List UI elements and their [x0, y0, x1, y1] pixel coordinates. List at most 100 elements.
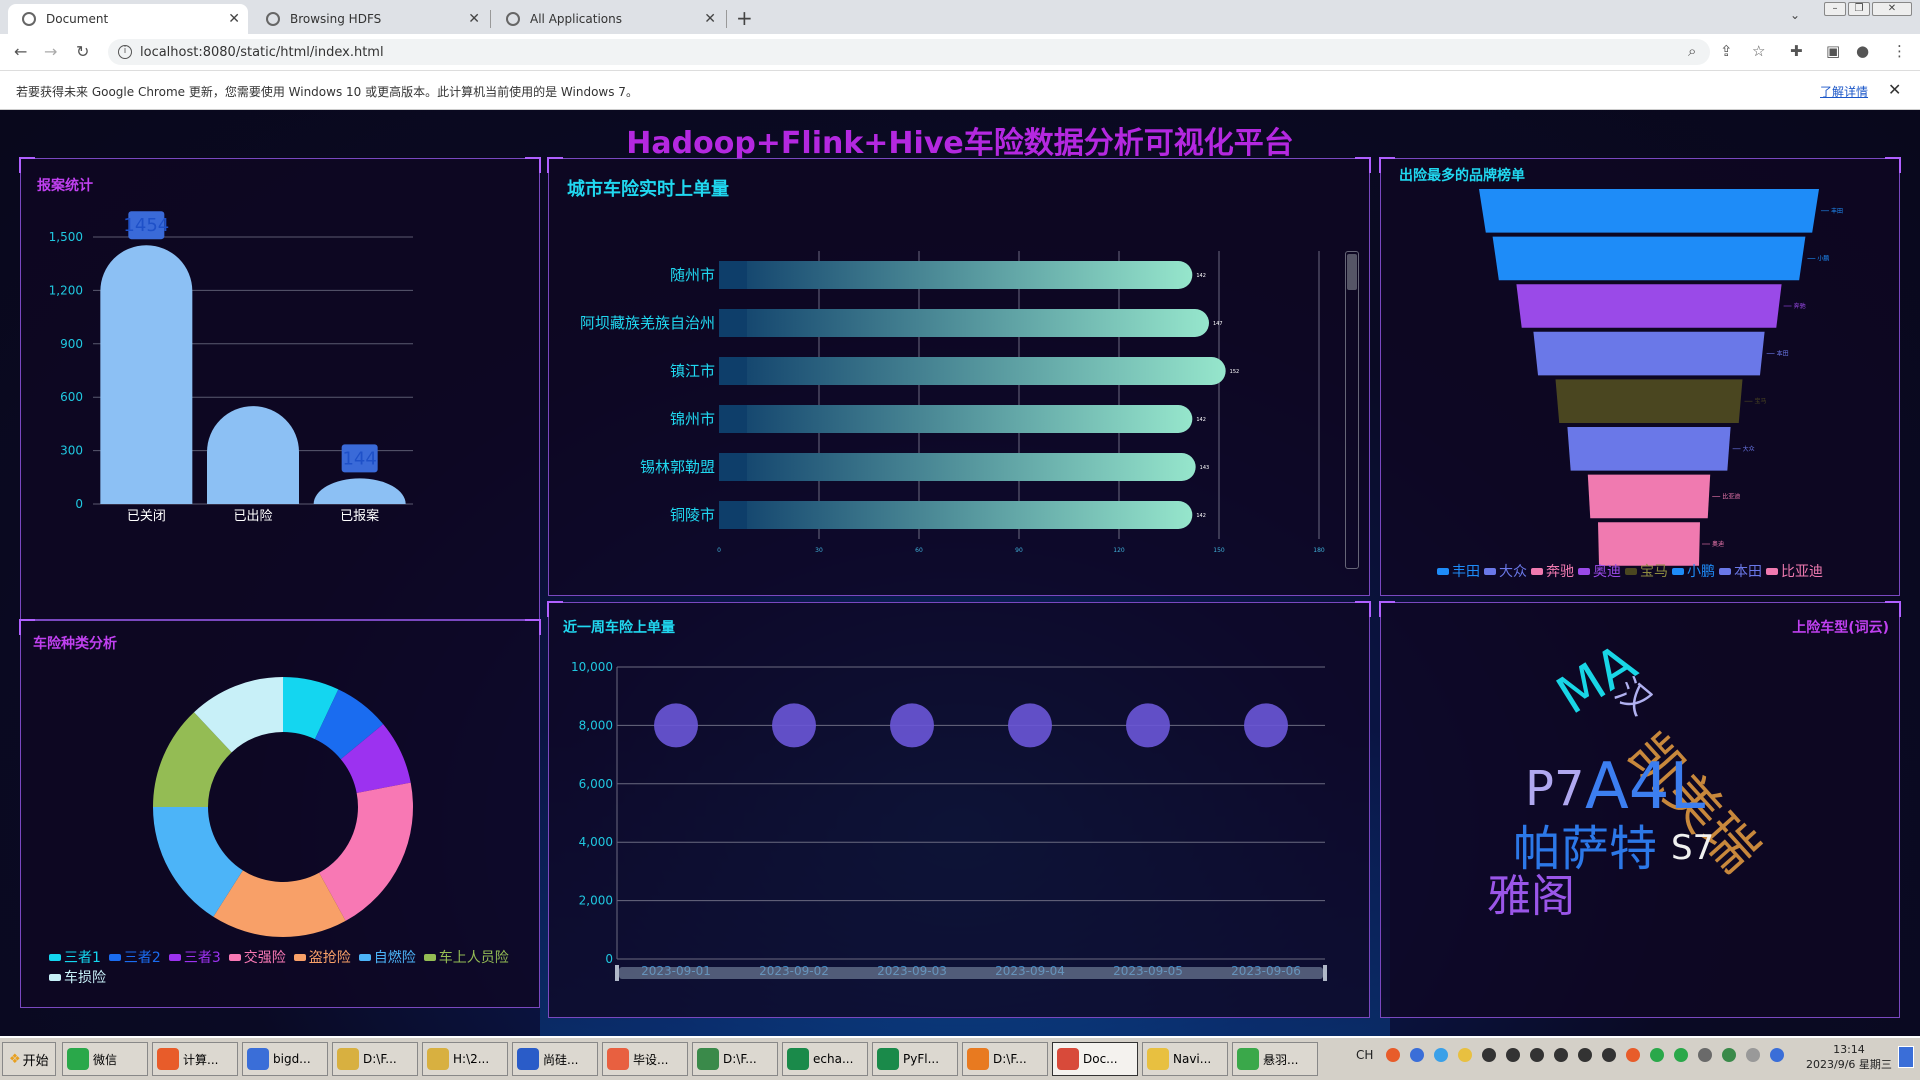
legend-item[interactable]: 奥迪: [1578, 561, 1621, 581]
taskbar-item[interactable]: D:\F...: [962, 1042, 1048, 1076]
chevron-down-icon[interactable]: ⌄: [1790, 8, 1800, 22]
tab-document[interactable]: Document ✕: [8, 4, 248, 34]
tray-icon[interactable]: [1722, 1048, 1736, 1062]
start-button[interactable]: ❖ 开始: [2, 1042, 56, 1076]
x-tick-label: 90: [1015, 547, 1023, 554]
taskbar-item[interactable]: Doc...: [1052, 1042, 1138, 1076]
new-tab-button[interactable]: +: [736, 6, 753, 30]
profile-icon[interactable]: ●: [1856, 42, 1869, 60]
legend-item[interactable]: 三者3: [168, 947, 221, 967]
legend-item[interactable]: 三者2: [108, 947, 161, 967]
y-tick-label: 0: [605, 952, 613, 966]
legend-item[interactable]: 奔驰: [1531, 561, 1574, 581]
legend-item[interactable]: 自燃险: [358, 947, 416, 967]
close-icon[interactable]: ✕: [704, 11, 716, 27]
tray-icon[interactable]: [1386, 1048, 1400, 1062]
share-icon[interactable]: ⇪: [1720, 42, 1733, 60]
legend-item[interactable]: 三者1: [49, 947, 101, 967]
taskbar-item[interactable]: echa...: [782, 1042, 868, 1076]
taskbar-item[interactable]: 毕设...: [602, 1042, 688, 1076]
taskbar-item[interactable]: 微信: [62, 1042, 148, 1076]
input-language[interactable]: CH: [1356, 1048, 1373, 1062]
tray-icon[interactable]: [1602, 1048, 1616, 1062]
minimize-button[interactable]: –: [1824, 2, 1846, 16]
tray-icon[interactable]: [1458, 1048, 1472, 1062]
funnel-segment: [1598, 522, 1700, 566]
legend-item[interactable]: 比亚迪: [1766, 561, 1823, 581]
taskbar-item[interactable]: D:\F...: [332, 1042, 418, 1076]
back-icon[interactable]: ←: [14, 42, 27, 61]
close-window-button[interactable]: ✕: [1872, 2, 1912, 16]
tab-label: Browsing HDFS: [290, 12, 382, 26]
legend-item[interactable]: 宝马: [1625, 561, 1668, 581]
side-panel-icon[interactable]: ▣: [1826, 42, 1840, 60]
learn-more-link[interactable]: 了解详情: [1820, 83, 1868, 100]
tray-icon[interactable]: [1554, 1048, 1568, 1062]
legend-swatch: [168, 953, 181, 961]
scatter-point: [1008, 703, 1052, 748]
datazoom-scrollbar[interactable]: [1345, 251, 1359, 569]
legend-swatch: [1719, 567, 1731, 575]
x-tick-label: 已出险: [233, 509, 272, 524]
taskbar-item[interactable]: 尚硅...: [512, 1042, 598, 1076]
star-icon[interactable]: ☆: [1752, 42, 1765, 60]
maximize-button[interactable]: ❐: [1848, 2, 1870, 16]
legend-item[interactable]: 丰田: [1437, 561, 1480, 581]
y-tick-label: 6,000: [579, 777, 613, 791]
legend-item[interactable]: 本田: [1719, 561, 1762, 581]
app-icon: [247, 1048, 269, 1070]
tray-icon[interactable]: [1650, 1048, 1664, 1062]
funnel-segment: [1492, 236, 1806, 281]
close-icon[interactable]: ✕: [1888, 80, 1901, 99]
legend-swatch: [1437, 567, 1449, 575]
taskbar-item[interactable]: PyFl...: [872, 1042, 958, 1076]
info-icon[interactable]: i: [118, 45, 132, 59]
address-bar[interactable]: i localhost:8080/static/html/index.html: [108, 39, 1710, 65]
y-tick-label: 2,000: [579, 894, 613, 908]
word-cloud-word: A4L: [1585, 750, 1706, 824]
tray-icon[interactable]: [1626, 1048, 1640, 1062]
datazoom-handle: [615, 965, 619, 981]
panel-city: 城市车险实时上单量 0 30 60 90 120 150 180 随州市 142 阿坝藏族羌族自治…: [547, 157, 1371, 596]
scrollbar-handle[interactable]: [1347, 254, 1357, 290]
legend-item[interactable]: 车损险: [49, 967, 106, 987]
legend-label: 奥迪: [1593, 564, 1621, 580]
tab-all-applications[interactable]: All Applications ✕: [492, 4, 724, 34]
reload-icon[interactable]: ↻: [76, 42, 89, 61]
taskbar-item[interactable]: 悬羽...: [1232, 1042, 1318, 1076]
legend-swatch: [1484, 567, 1496, 575]
legend-swatch: [358, 953, 371, 961]
legend-item[interactable]: 车上人员险: [423, 947, 509, 967]
taskbar-item[interactable]: Navi...: [1142, 1042, 1228, 1076]
taskbar-item[interactable]: bigd...: [242, 1042, 328, 1076]
extensions-icon[interactable]: ✚: [1790, 42, 1803, 60]
legend-item[interactable]: 小鹏: [1672, 561, 1715, 581]
taskbar-item-label: 毕设...: [633, 1052, 669, 1067]
clock[interactable]: 13:14 2023/9/6 星期三: [1806, 1042, 1892, 1072]
tray-icon[interactable]: [1770, 1048, 1784, 1062]
tab-browsing-hdfs[interactable]: Browsing HDFS ✕: [252, 4, 488, 34]
show-desktop-button[interactable]: [1898, 1046, 1914, 1068]
legend-item[interactable]: 大众: [1484, 561, 1527, 581]
legend-item[interactable]: 盗抢险: [293, 947, 351, 967]
taskbar-item[interactable]: D:\F...: [692, 1042, 778, 1076]
taskbar-item[interactable]: 计算...: [152, 1042, 238, 1076]
zoom-icon[interactable]: ⌕: [1688, 42, 1696, 60]
taskbar-item-label: Doc...: [1083, 1052, 1118, 1066]
tray-icon[interactable]: [1530, 1048, 1544, 1062]
close-icon[interactable]: ✕: [468, 11, 480, 27]
tray-icon[interactable]: [1698, 1048, 1712, 1062]
taskbar-item[interactable]: H:\2...: [422, 1042, 508, 1076]
forward-icon[interactable]: →: [44, 42, 57, 61]
close-icon[interactable]: ✕: [228, 11, 240, 27]
tab-label: All Applications: [530, 12, 622, 26]
tray-icon[interactable]: [1746, 1048, 1760, 1062]
tray-icon[interactable]: [1578, 1048, 1592, 1062]
tray-icon[interactable]: [1506, 1048, 1520, 1062]
menu-icon[interactable]: ⋮: [1892, 42, 1907, 60]
tray-icon[interactable]: [1674, 1048, 1688, 1062]
legend-item[interactable]: 交强险: [228, 947, 286, 967]
tray-icon[interactable]: [1434, 1048, 1448, 1062]
tray-icon[interactable]: [1410, 1048, 1424, 1062]
tray-icon[interactable]: [1482, 1048, 1496, 1062]
